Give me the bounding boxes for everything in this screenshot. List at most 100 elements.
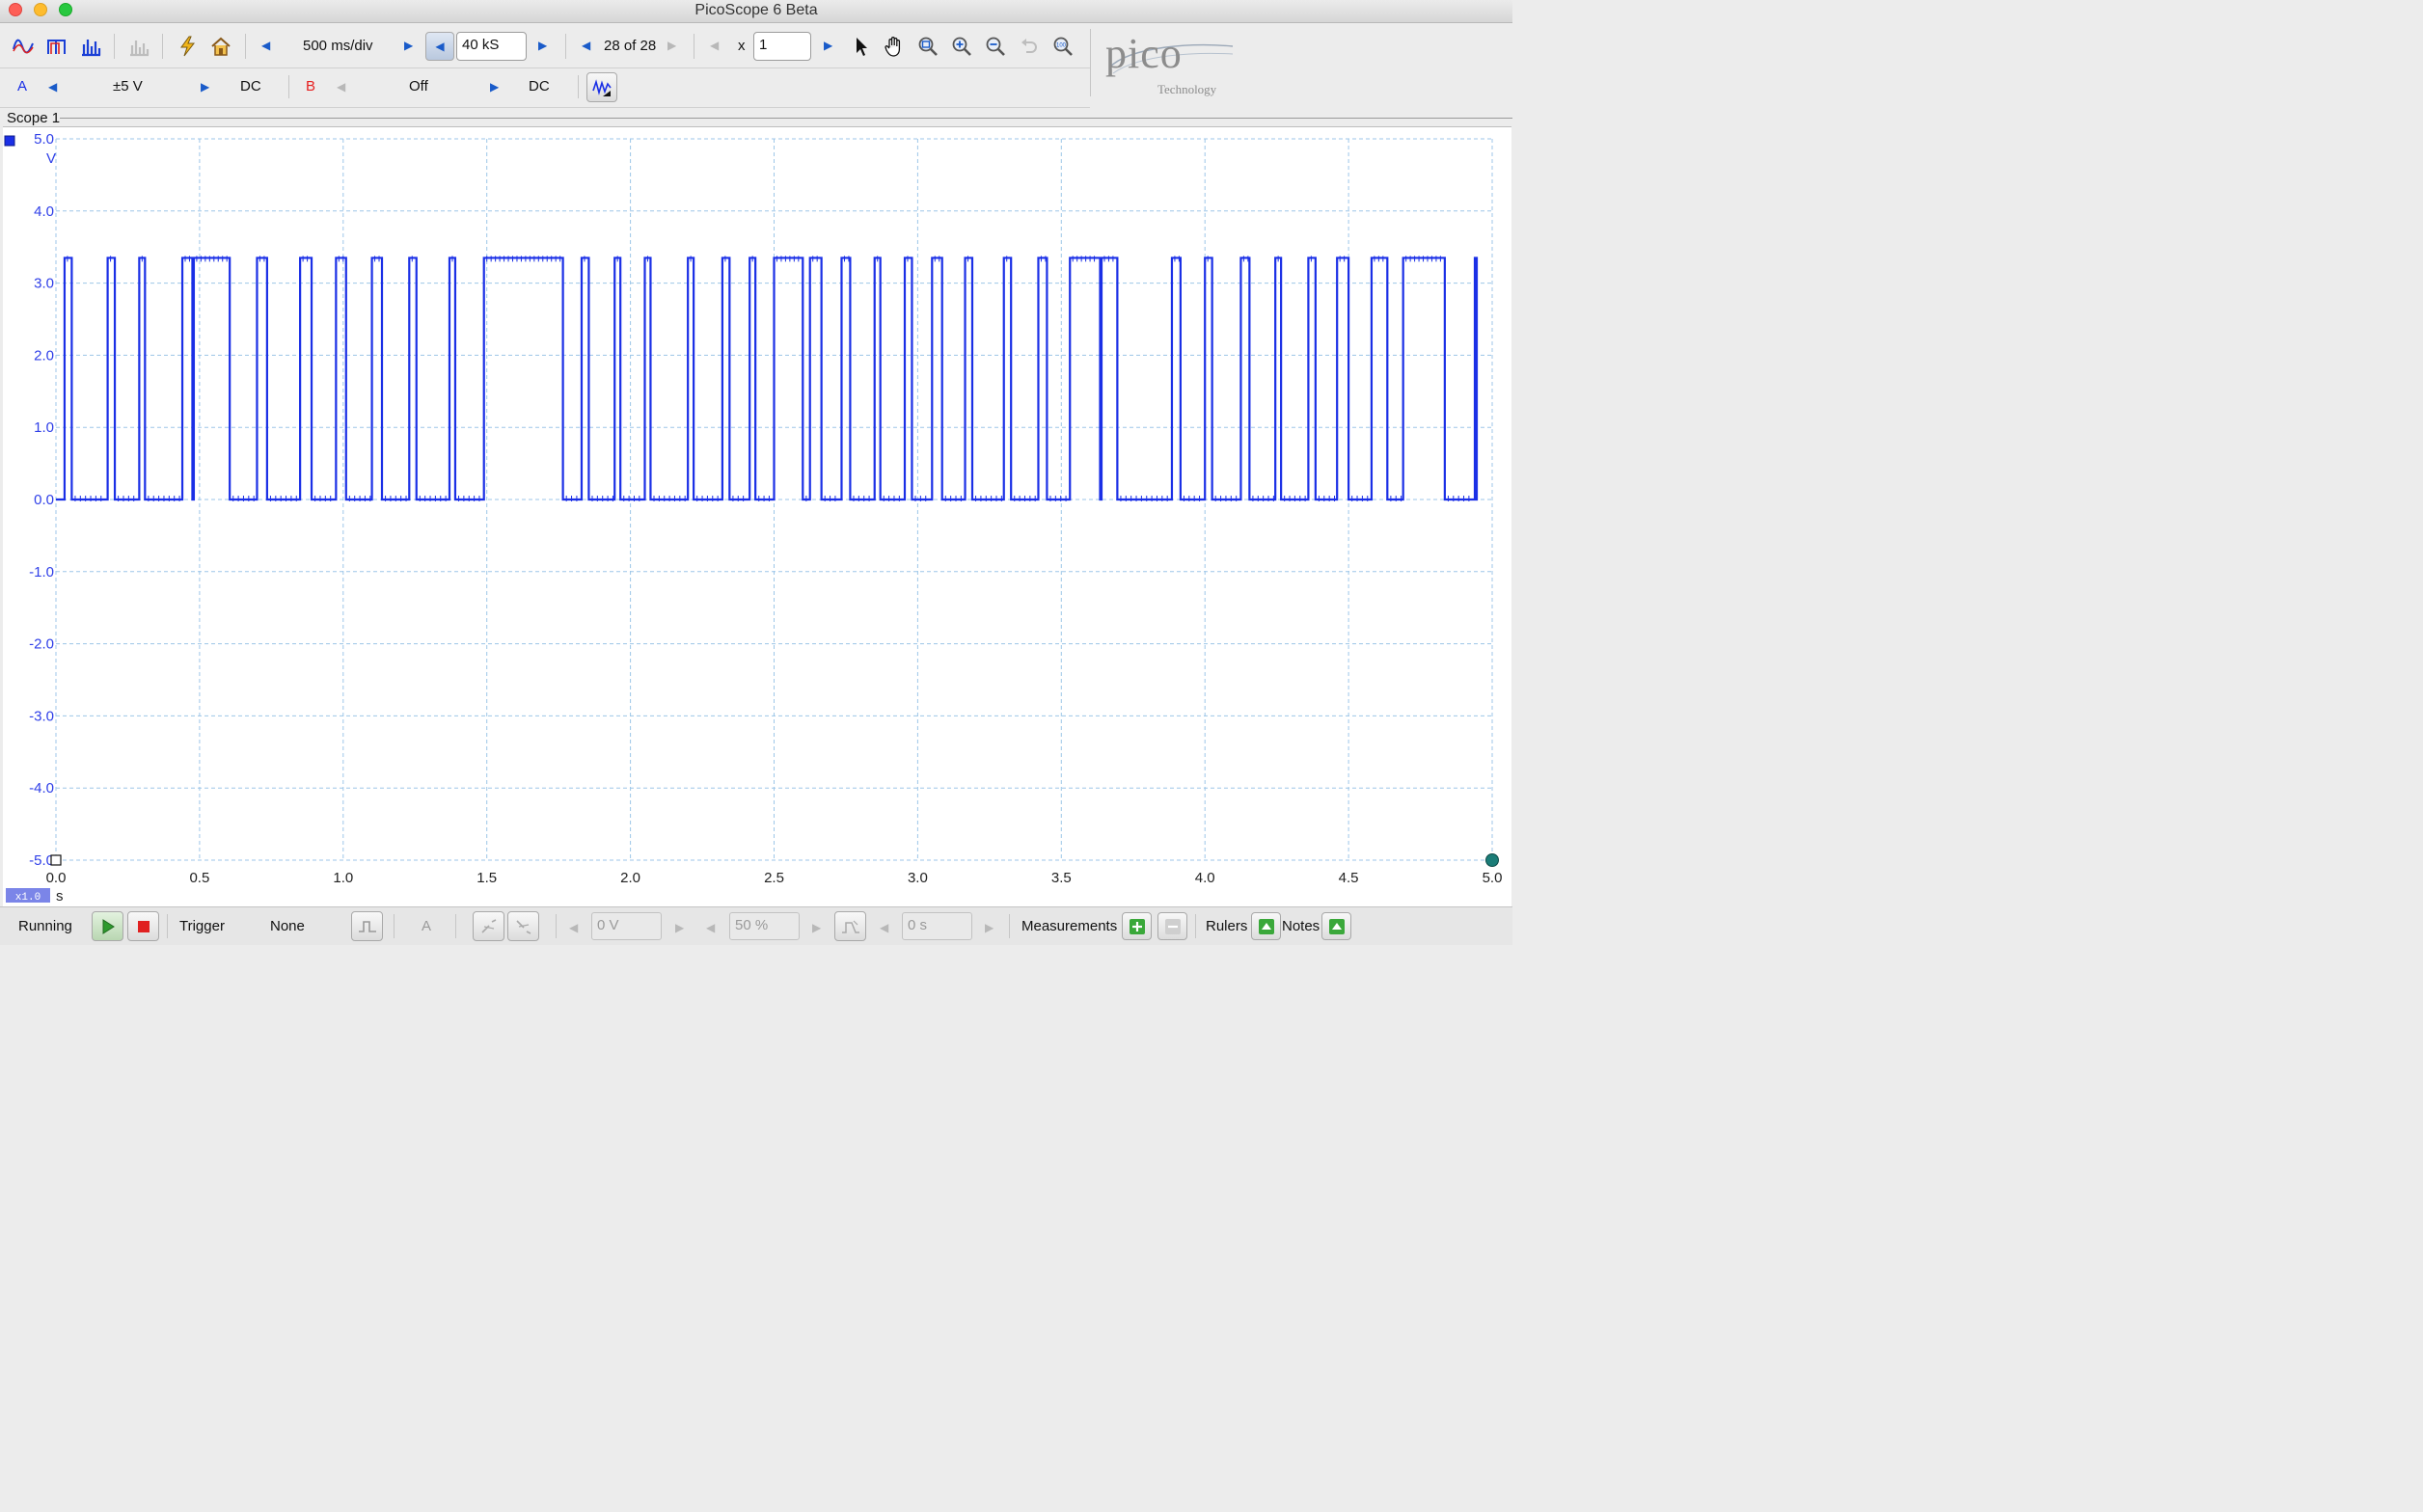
- minus-icon: [1164, 918, 1181, 934]
- x-tick-label: 3.0: [908, 870, 928, 886]
- x-tick-label: 1.0: [333, 870, 353, 886]
- zoom-input[interactable]: 1: [753, 32, 811, 61]
- hand-tool-icon[interactable]: [882, 34, 907, 59]
- toolbar-separator: [114, 34, 115, 59]
- channel-a-waveform: [56, 256, 1479, 501]
- rising-edge-button[interactable]: [473, 911, 504, 941]
- tab-strip-line: [60, 118, 1512, 119]
- rising-edge-icon: [480, 918, 496, 933]
- spectrum-mode-icon[interactable]: [78, 34, 103, 59]
- trigger-level-decrease-arrow-icon[interactable]: ◀: [569, 921, 578, 934]
- channel-a-trace: [56, 256, 1479, 501]
- samples-input[interactable]: 40 kS: [456, 32, 527, 61]
- timebase-value[interactable]: 500 ms/div: [303, 38, 373, 54]
- channel-b-coupling[interactable]: DC: [529, 78, 550, 94]
- undo-zoom-icon[interactable]: [1017, 34, 1042, 59]
- toolbar-separator: [455, 914, 456, 938]
- channel-a-marker-icon[interactable]: [4, 135, 15, 147]
- channel-b-range[interactable]: Off: [409, 78, 428, 94]
- zoom-area-icon[interactable]: [915, 34, 940, 59]
- start-button[interactable]: [92, 911, 123, 941]
- channel-b-range-increase-arrow-icon[interactable]: ▶: [490, 80, 499, 94]
- add-measurement-button[interactable]: [1122, 912, 1152, 940]
- plus-icon: [1129, 918, 1145, 934]
- toolbar-separator: [1195, 914, 1196, 938]
- channel-a-range-decrease-arrow-icon[interactable]: ◀: [48, 80, 57, 94]
- pretrigger-increase-arrow-icon[interactable]: ▶: [812, 921, 821, 934]
- zoom-fit-icon[interactable]: 100: [1050, 34, 1075, 59]
- samples-decrease-button[interactable]: ◀: [425, 32, 454, 61]
- advanced-trigger-button[interactable]: [351, 911, 383, 941]
- zoom-in-icon[interactable]: [949, 34, 974, 59]
- remove-measurement-button[interactable]: [1157, 912, 1187, 940]
- channel-a-label[interactable]: A: [17, 78, 27, 94]
- timebase-decrease-arrow-icon[interactable]: ◀: [261, 39, 270, 52]
- x-tick-label: 2.0: [620, 870, 640, 886]
- stop-button[interactable]: [127, 911, 159, 941]
- zoom-out-icon[interactable]: [983, 34, 1008, 59]
- toolbar-separator: [162, 34, 163, 59]
- notes-expand-button[interactable]: [1321, 912, 1351, 940]
- y-axis-unit: V: [46, 150, 56, 167]
- channel-a-noise: [67, 256, 1470, 501]
- x-zoom-badge-label: x1.0: [15, 892, 41, 904]
- logo-separator: [1090, 29, 1091, 96]
- home-icon[interactable]: [208, 34, 233, 59]
- trigger-channel[interactable]: A: [422, 918, 431, 934]
- signal-generator-button[interactable]: [586, 72, 617, 102]
- scope-view-tab[interactable]: Scope 1: [7, 110, 60, 126]
- timebase-increase-arrow-icon[interactable]: ▶: [404, 39, 413, 52]
- channel-a-coupling[interactable]: DC: [240, 78, 261, 94]
- delay-increase-arrow-icon[interactable]: ▶: [985, 921, 994, 934]
- logo-subtitle: Technology: [1157, 82, 1217, 96]
- trigger-marker-icon[interactable]: [50, 854, 62, 866]
- samples-increase-arrow-icon[interactable]: ▶: [538, 39, 547, 52]
- channel-a-range[interactable]: ±5 V: [113, 78, 143, 94]
- x-tick-label: 3.5: [1051, 870, 1072, 886]
- persistence-mode-icon[interactable]: [44, 34, 69, 59]
- x-axis-unit: s: [56, 888, 64, 904]
- rulers-label: Rulers: [1206, 918, 1248, 934]
- trigger-delay-button[interactable]: [834, 911, 866, 941]
- buffer-next-arrow-icon[interactable]: ▶: [667, 39, 676, 52]
- channel-b-range-decrease-arrow-icon[interactable]: ◀: [337, 80, 345, 94]
- y-tick-label: -4.0: [29, 780, 54, 796]
- window-title-bar: PicoScope 6 Beta: [0, 0, 1512, 23]
- stop-icon: [137, 920, 150, 932]
- delay-decrease-arrow-icon[interactable]: ◀: [880, 921, 888, 934]
- time-offset-marker-icon[interactable]: [1485, 853, 1499, 867]
- y-tick-label: 2.0: [34, 347, 54, 364]
- pico-technology-logo: pico Technology: [1102, 29, 1237, 98]
- scope-mode-icon[interactable]: [11, 34, 36, 59]
- rulers-expand-button[interactable]: [1251, 912, 1281, 940]
- play-icon: [102, 918, 115, 934]
- delay-field[interactable]: 0 s: [902, 912, 972, 940]
- waveform-chart[interactable]: 5.0 4.0 3.0 2.0 1.0 0.0 -1.0 -2.0 -3.0 -4.0 -5.0 0…: [0, 126, 1512, 905]
- probe-lightning-icon[interactable]: [175, 34, 200, 59]
- x-tick-label: 0.5: [189, 870, 209, 886]
- trigger-level-increase-arrow-icon[interactable]: ▶: [675, 921, 684, 934]
- svg-text:100: 100: [1056, 43, 1067, 49]
- x-tick-label: 5.0: [1483, 870, 1503, 886]
- math-channels-icon[interactable]: [126, 34, 151, 59]
- trigger-mode[interactable]: None: [270, 918, 305, 934]
- toolbar-separator: [167, 914, 168, 938]
- channel-a-range-increase-arrow-icon[interactable]: ▶: [201, 80, 209, 94]
- channel-b-label[interactable]: B: [306, 78, 315, 94]
- toolbar-separator: [556, 914, 557, 938]
- pretrigger-decrease-arrow-icon[interactable]: ◀: [706, 921, 715, 934]
- toolbar-separator: [394, 914, 395, 938]
- zoom-increase-arrow-icon[interactable]: ▶: [824, 39, 832, 52]
- pretrigger-field[interactable]: 50 %: [729, 912, 800, 940]
- falling-edge-icon: [515, 919, 531, 934]
- buffer-position: 28 of 28: [604, 38, 657, 54]
- y-tick-label: -1.0: [29, 564, 54, 580]
- y-tick-label: 0.0: [34, 492, 54, 508]
- toolbar-separator: [1009, 914, 1010, 938]
- falling-edge-button[interactable]: [507, 911, 539, 941]
- y-axis-ticks: 5.0 4.0 3.0 2.0 1.0 0.0 -1.0 -2.0 -3.0 -4.0 -5.0: [29, 131, 54, 869]
- buffer-previous-arrow-icon[interactable]: ◀: [582, 39, 590, 52]
- pointer-tool-icon[interactable]: [849, 34, 874, 59]
- zoom-decrease-arrow-icon[interactable]: ◀: [710, 39, 719, 52]
- trigger-level-field[interactable]: 0 V: [591, 912, 662, 940]
